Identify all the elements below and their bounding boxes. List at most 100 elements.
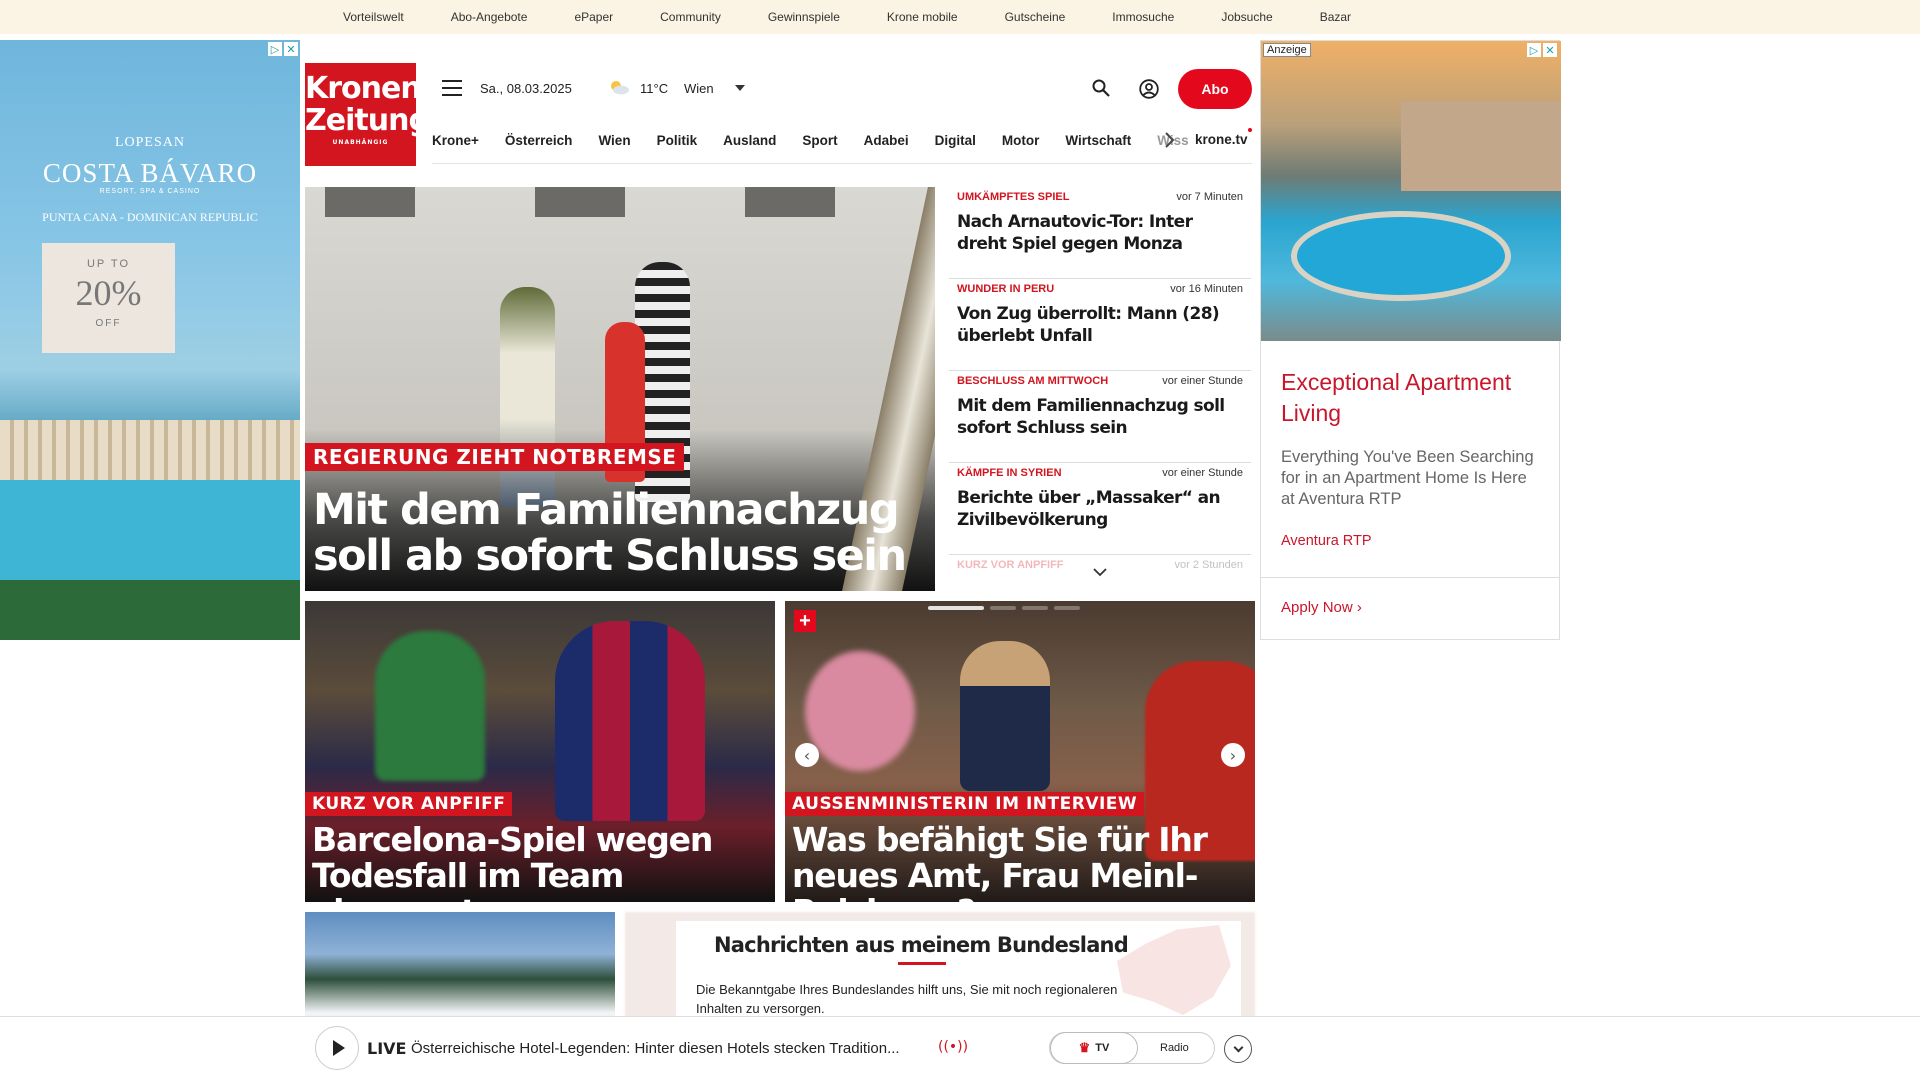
play-icon: [332, 1040, 345, 1056]
hero-headline[interactable]: Mit dem Familiennachzug soll ab sofort S…: [313, 487, 925, 579]
list-item[interactable]: KÄMPFE IN SYRIEN vor einer Stunde Berich…: [949, 463, 1251, 555]
topbar-link-immosuche[interactable]: Immosuche: [1112, 10, 1174, 24]
chevron-right-icon[interactable]: [1162, 131, 1176, 149]
live-title[interactable]: Österreichische Hotel-Legenden: Hinter d…: [411, 1040, 900, 1057]
hero-image-window: [745, 187, 835, 217]
ad-choices[interactable]: ▷ ✕: [1527, 43, 1557, 57]
news-time: vor einer Stunde: [1162, 375, 1243, 387]
card-kicker: AUSSENMINISTERIN IM INTERVIEW: [785, 792, 1145, 816]
carousel-dot[interactable]: [990, 606, 1016, 610]
news-headline[interactable]: Mit dem Familiennachzug soll sofort Schl…: [957, 395, 1243, 439]
broadcast-icon: ((•)): [938, 1039, 969, 1055]
nav-item-digital[interactable]: Digital: [935, 133, 976, 148]
topbar-link-bazar[interactable]: Bazar: [1320, 10, 1351, 24]
topbar-link-gutscheine[interactable]: Gutscheine: [1005, 10, 1066, 24]
nav-item-krone-plus[interactable]: Krone+: [432, 133, 479, 148]
kronen-zeitung-logo[interactable]: Kronen Zeitung UNABHÄNGIG: [305, 63, 430, 166]
expand-player-button[interactable]: [1224, 1035, 1252, 1063]
tv-radio-switch[interactable]: ♛ TV Radio: [1049, 1032, 1215, 1064]
ad-apartment-image[interactable]: [1261, 41, 1561, 341]
search-icon[interactable]: [1092, 79, 1110, 97]
user-account-icon[interactable]: [1139, 79, 1159, 99]
ad-brand-subline: RESORT, SPA & CASINO: [99, 188, 201, 195]
carousel-dot[interactable]: [1022, 606, 1048, 610]
live-dot-icon: [1248, 128, 1252, 132]
topbar-link-community[interactable]: Community: [660, 10, 721, 24]
hero-image-person: [500, 287, 555, 507]
nav-item-krone-tv[interactable]: krone.tv: [1195, 132, 1248, 147]
card-image-goalkeeper: [375, 631, 485, 781]
card-headline[interactable]: Barcelona-Spiel wegen Todesfall im Team …: [312, 822, 765, 903]
news-headline[interactable]: Von Zug überrollt: Mann (28) überlebt Un…: [957, 303, 1243, 347]
nav-item-wien[interactable]: Wien: [598, 133, 630, 148]
topbar-link-epaper[interactable]: ePaper: [574, 10, 613, 24]
latest-news-list: UMKÄMPFTES SPIEL vor 7 Minuten Nach Arna…: [949, 187, 1251, 591]
news-time: vor einer Stunde: [1162, 467, 1243, 479]
teaser-card-interview[interactable]: + ‹ › AUSSENMINISTERIN IM INTERVIEW Was …: [785, 601, 1255, 902]
ad-promo-box: UP TO 20% OFF: [42, 243, 175, 353]
nav-item-ausland[interactable]: Ausland: [723, 133, 776, 148]
weather-city-select[interactable]: Wien: [684, 81, 714, 96]
list-item[interactable]: BESCHLUSS AM MITTWOCH vor einer Stunde M…: [949, 371, 1251, 463]
top-utility-bar: Vorteilswelt Abo-Angebote ePaper Communi…: [0, 0, 1920, 34]
carousel-dot[interactable]: [1054, 606, 1080, 610]
ad-advertiser[interactable]: Aventura RTP: [1281, 533, 1372, 549]
card-headline[interactable]: Was befähigt Sie für Ihr neues Amt, Frau…: [792, 822, 1245, 903]
nav-item-politik[interactable]: Politik: [657, 133, 698, 148]
logo-tagline: UNABHÄNGIG: [332, 139, 389, 146]
ad-label: Anzeige: [1263, 43, 1311, 57]
ad-title[interactable]: Exceptional Apartment Living: [1281, 367, 1551, 429]
ad-promo-value: 20%: [75, 273, 142, 313]
krone-plus-badge: +: [794, 610, 816, 632]
chevron-down-icon[interactable]: [735, 85, 745, 91]
ad-info-icon[interactable]: ▷: [268, 42, 282, 56]
card-kicker: KURZ VOR ANPFIFF: [305, 792, 513, 816]
ad-promo-bottom: OFF: [95, 318, 122, 329]
carousel-prev-icon[interactable]: ‹: [795, 743, 819, 767]
topbar-link-jobsuche[interactable]: Jobsuche: [1221, 10, 1272, 24]
partly-cloudy-icon: [611, 81, 629, 95]
carousel-next-icon[interactable]: ›: [1221, 743, 1245, 767]
carousel-dot[interactable]: [928, 606, 984, 610]
ad-close-icon[interactable]: ✕: [1543, 43, 1557, 57]
ad-palms-image: [0, 580, 300, 640]
play-button[interactable]: [315, 1026, 359, 1070]
tv-label: TV: [1095, 1042, 1110, 1054]
bundesland-text: Die Bekanntgabe Ihres Bundeslandes hilft…: [696, 982, 1118, 1016]
hamburger-menu-icon[interactable]: [442, 80, 462, 96]
chevron-right-icon: ›: [1356, 599, 1362, 616]
abo-button[interactable]: Abo: [1178, 69, 1252, 109]
left-skyscraper-ad[interactable]: ▷ ✕ LOPESAN COSTA BÁVARO RESORT, SPA & C…: [0, 40, 300, 640]
nav-item-wirtschaft[interactable]: Wirtschaft: [1065, 133, 1131, 148]
live-player-bar: LIVE Österreichische Hotel-Legenden: Hin…: [0, 1016, 1920, 1080]
ad-promo-top: UP TO: [86, 258, 131, 270]
right-display-ad[interactable]: Anzeige ▷ ✕ Exceptional Apartment Living…: [1260, 40, 1561, 640]
carousel-indicator[interactable]: [928, 606, 1080, 610]
news-headline[interactable]: Nach Arnautovic-Tor: Inter dreht Spiel g…: [957, 211, 1243, 255]
topbar-link-vorteilswelt[interactable]: Vorteilswelt: [343, 10, 404, 24]
topbar-link-abo-angebote[interactable]: Abo-Angebote: [451, 10, 528, 24]
news-time: vor 2 Stunden: [1174, 559, 1244, 571]
nav-item-sport[interactable]: Sport: [802, 133, 837, 148]
nav-item-adabei[interactable]: Adabei: [864, 133, 909, 148]
ad-brand-name: COSTA BÁVARO: [42, 158, 258, 188]
ad-building-image: [1401, 101, 1561, 191]
tv-toggle[interactable]: ♛ TV: [1050, 1032, 1138, 1064]
hero-image-window: [325, 187, 415, 217]
nav-item-motor[interactable]: Motor: [1002, 133, 1040, 148]
apply-now-link[interactable]: Apply Now ›: [1281, 599, 1362, 616]
topbar-link-gewinnspiele[interactable]: Gewinnspiele: [768, 10, 840, 24]
news-headline[interactable]: Berichte über „Massaker“ an Zivilbevölke…: [957, 487, 1243, 531]
nav-item-oesterreich[interactable]: Österreich: [505, 133, 573, 148]
hero-article[interactable]: REGIERUNG ZIEHT NOTBREMSE Mit dem Famili…: [305, 187, 935, 591]
list-item[interactable]: WUNDER IN PERU vor 16 Minuten Von Zug üb…: [949, 279, 1251, 371]
list-item[interactable]: UMKÄMPFTES SPIEL vor 7 Minuten Nach Arna…: [949, 187, 1251, 279]
radio-toggle[interactable]: Radio: [1160, 1042, 1189, 1054]
ad-close-icon[interactable]: ✕: [284, 42, 298, 56]
ad-choices[interactable]: ▷ ✕: [268, 42, 298, 56]
chevron-down-icon: [1233, 1042, 1243, 1052]
chevron-down-icon[interactable]: [1092, 567, 1108, 577]
ad-info-icon[interactable]: ▷: [1527, 43, 1541, 57]
topbar-link-krone-mobile[interactable]: Krone mobile: [887, 10, 958, 24]
teaser-card-barcelona[interactable]: KURZ VOR ANPFIFF Barcelona-Spiel wegen T…: [305, 601, 775, 902]
